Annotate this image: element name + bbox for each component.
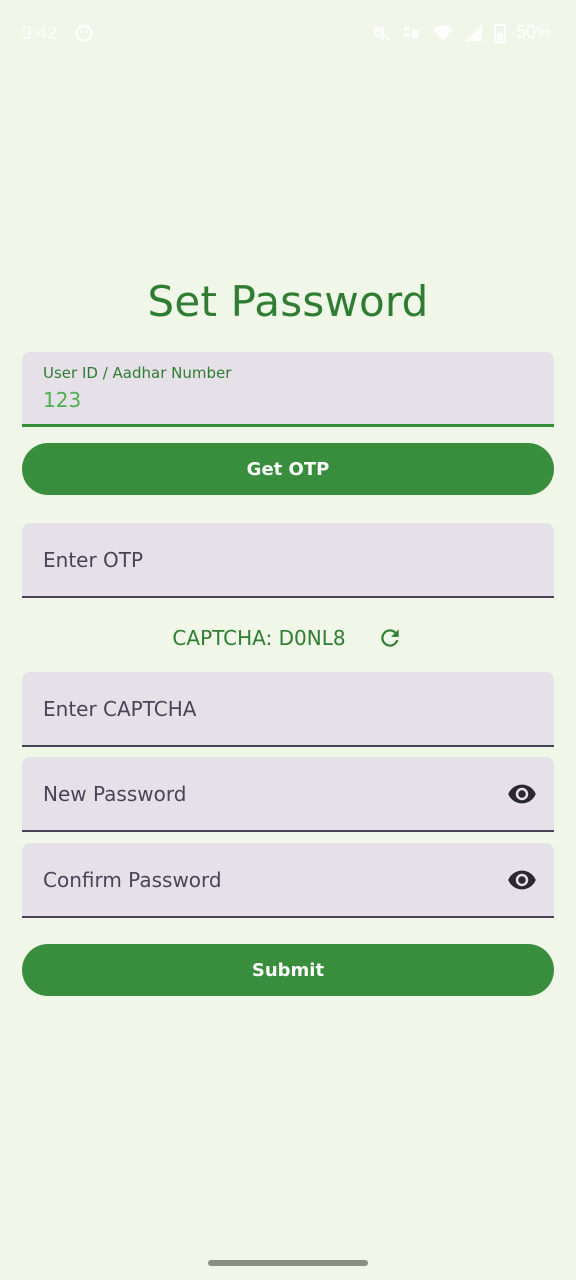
mute-icon — [372, 23, 392, 43]
battery-icon — [493, 23, 506, 43]
user-id-value: 123 — [43, 388, 82, 412]
sync-icon — [73, 22, 95, 44]
confirm-password-field[interactable]: Confirm Password — [22, 843, 554, 918]
status-icons: 50% — [372, 22, 552, 43]
new-password-field[interactable]: New Password — [22, 757, 554, 832]
status-bar: 9:42 50% — [0, 0, 576, 68]
status-time: 9:42 — [22, 23, 58, 43]
otp-placeholder: Enter OTP — [43, 547, 144, 572]
eye-icon[interactable] — [506, 778, 538, 810]
otp-field[interactable]: Enter OTP — [22, 523, 554, 598]
captcha-text: CAPTCHA: D0NL8 — [172, 626, 346, 650]
battery-percent: 50% — [515, 22, 552, 42]
submit-button[interactable]: Submit — [22, 944, 554, 996]
page-title: Set Password — [147, 277, 429, 326]
eye-icon[interactable] — [506, 864, 538, 896]
new-password-placeholder: New Password — [43, 781, 187, 806]
captcha-row: CAPTCHA: D0NL8 — [0, 624, 576, 652]
user-id-field[interactable]: User ID / Aadhar Number 123 — [22, 352, 554, 427]
refresh-icon[interactable] — [376, 624, 404, 652]
captcha-placeholder: Enter CAPTCHA — [43, 696, 197, 721]
data-icon — [402, 23, 422, 43]
captcha-field[interactable]: Enter CAPTCHA — [22, 672, 554, 747]
confirm-password-placeholder: Confirm Password — [43, 867, 222, 892]
home-indicator[interactable] — [208, 1260, 368, 1266]
user-id-label: User ID / Aadhar Number — [43, 364, 232, 382]
wifi-icon — [432, 23, 454, 43]
signal-icon — [464, 23, 484, 43]
get-otp-button[interactable]: Get OTP — [22, 443, 554, 495]
